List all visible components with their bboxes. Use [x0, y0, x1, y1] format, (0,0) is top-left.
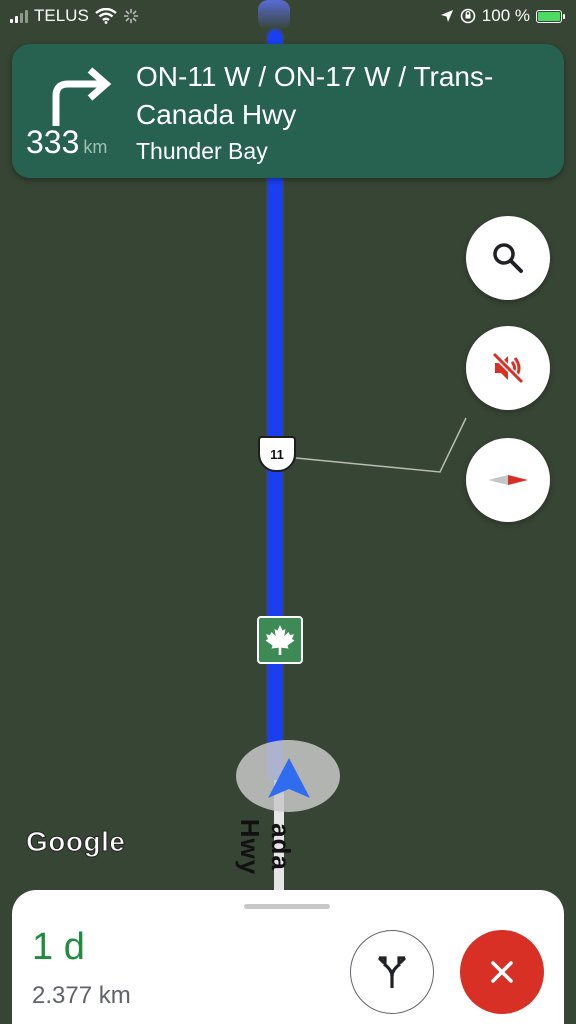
- compass-icon: [488, 475, 528, 485]
- location-arrow-icon: [440, 10, 453, 22]
- highway-shield-number: 11: [270, 446, 284, 462]
- search-icon: [493, 243, 523, 273]
- battery-percentage: 100 %: [481, 6, 530, 25]
- close-icon: [491, 961, 513, 983]
- turn-destination: Thunder Bay: [136, 138, 268, 164]
- turn-road-name: ON-11 W / ON-17 W / Trans-Canada Hwy: [136, 61, 494, 130]
- search-button[interactable]: [466, 216, 550, 300]
- exit-navigation-button[interactable]: [460, 930, 544, 1014]
- turn-distance: 333 km: [26, 124, 107, 161]
- sheet-handle[interactable]: [244, 904, 330, 909]
- route-fade: [258, 0, 290, 30]
- time-remaining: 1 d: [32, 926, 85, 968]
- navigation-arrow-icon: [268, 758, 310, 798]
- volume-off-icon: [491, 351, 525, 385]
- google-logo: Google: [25, 826, 126, 858]
- alt-route-icon: [377, 956, 407, 988]
- turn-distance-value: 333: [26, 124, 80, 160]
- loading-icon: [123, 8, 139, 24]
- status-right: 100 %: [440, 6, 565, 26]
- turn-right-icon: [52, 67, 112, 126]
- status-left: TELUS: [10, 6, 139, 26]
- carrier-name: TELUS: [34, 6, 89, 25]
- compass-button[interactable]: [466, 438, 550, 522]
- turn-banner[interactable]: 333 km ON-11 W / ON-17 W / Trans-Canada …: [12, 44, 564, 178]
- wifi-icon: [95, 8, 117, 24]
- mute-button[interactable]: [466, 326, 550, 410]
- highway-shield: 11: [258, 436, 296, 472]
- turn-distance-unit: km: [83, 137, 108, 157]
- battery-charging-icon: [536, 9, 565, 23]
- orientation-lock-icon: [460, 8, 476, 24]
- maple-leaf-icon: [257, 616, 303, 664]
- signal-icon: [10, 9, 28, 23]
- trip-summary-sheet[interactable]: 1 d 2.377 km: [12, 890, 564, 1024]
- distance-remaining: 2.377 km: [32, 982, 131, 1009]
- alternate-routes-button[interactable]: [350, 930, 434, 1014]
